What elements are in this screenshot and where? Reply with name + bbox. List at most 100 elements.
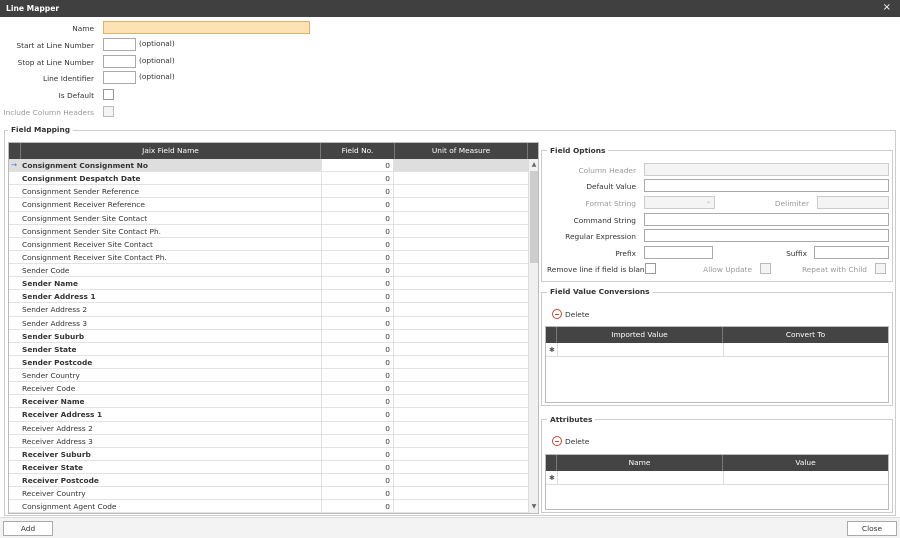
field-no-cell[interactable]: 0 [321,264,394,277]
col-attribute-value[interactable]: Value [723,455,888,471]
field-no-cell[interactable]: 0 [321,369,394,382]
table-row[interactable]: Sender Code 0 [9,264,528,278]
regex-input[interactable] [644,229,889,242]
table-row[interactable]: Sender Name 0 [9,277,528,291]
unit-of-measure-cell[interactable] [395,212,528,224]
unit-of-measure-cell[interactable] [395,487,528,499]
unit-of-measure-cell[interactable] [395,264,528,276]
table-row[interactable]: Receiver State 0 [9,460,528,474]
field-no-cell[interactable]: 0 [321,159,394,172]
field-no-cell[interactable]: 0 [321,198,394,211]
table-row[interactable]: Receiver Suburb 0 [9,447,528,461]
field-no-cell[interactable]: 0 [321,250,394,263]
table-row[interactable]: Receiver Code 0 [9,382,528,396]
unit-of-measure-cell[interactable] [395,225,528,237]
field-no-cell[interactable]: 0 [321,460,394,473]
table-row[interactable]: Receiver Address 2 0 [9,421,528,435]
scroll-up-icon[interactable]: ▲ [530,160,538,170]
unit-of-measure-cell[interactable] [395,461,528,473]
table-row[interactable]: Sender State 0 [9,342,528,356]
unit-of-measure-cell[interactable] [395,382,528,394]
field-no-cell[interactable]: 0 [321,316,394,329]
prefix-input[interactable] [644,246,713,259]
table-row[interactable]: Receiver Postcode 0 [9,474,528,488]
field-no-cell[interactable]: 0 [321,185,394,198]
table-row[interactable]: Sender Address 1 0 [9,290,528,304]
unit-of-measure-cell[interactable] [395,356,528,368]
scroll-thumb[interactable] [530,171,538,263]
col-unit-of-measure[interactable]: Unit of Measure [395,143,528,159]
unit-of-measure-cell[interactable] [395,290,528,302]
table-row[interactable]: Receiver Address 1 0 [9,408,528,422]
remove-line-checkbox[interactable] [645,263,656,274]
unit-of-measure-cell[interactable] [395,500,528,512]
close-icon[interactable]: × [883,2,891,14]
field-no-cell[interactable]: 0 [321,434,394,447]
table-row[interactable]: Consignment Sender Reference 0 [9,185,528,199]
suffix-input[interactable] [814,246,889,259]
command-string-input[interactable] [644,213,889,226]
is-default-checkbox[interactable] [103,89,114,100]
add-button[interactable]: Add [3,521,53,536]
start-line-input[interactable] [103,38,136,51]
table-row[interactable]: Sender Country 0 [9,369,528,383]
unit-of-measure-cell[interactable] [395,474,528,486]
col-imported-value[interactable]: Imported Value [557,327,723,343]
unit-of-measure-cell[interactable] [395,251,528,263]
table-row[interactable]: Consignment Receiver Site Contact Ph. 0 [9,250,528,264]
col-field-no[interactable]: Field No. [321,143,395,159]
table-row[interactable]: Consignment Receiver Reference 0 [9,198,528,212]
attributes-new-row[interactable]: ✱ [546,471,888,485]
unit-of-measure-cell[interactable] [395,395,528,407]
stop-line-input[interactable] [103,55,136,68]
name-field[interactable] [103,21,310,34]
field-no-cell[interactable]: 0 [321,487,394,500]
field-no-cell[interactable]: 0 [321,447,394,460]
field-no-cell[interactable]: 0 [321,408,394,421]
table-row[interactable]: Sender Suburb 0 [9,329,528,343]
unit-of-measure-cell[interactable] [395,369,528,381]
table-row[interactable]: Consignment Despatch Date 0 [9,172,528,186]
attributes-delete-button[interactable]: Delete [552,436,589,446]
unit-of-measure-cell[interactable] [395,172,528,184]
unit-of-measure-cell[interactable] [395,159,528,171]
table-row[interactable]: Consignment Sender Site Contact Ph. 0 [9,224,528,238]
table-row[interactable]: Receiver Address 3 0 [9,434,528,448]
table-row[interactable]: Consignment Receiver Site Contact 0 [9,237,528,251]
field-no-cell[interactable]: 0 [321,421,394,434]
table-row[interactable]: Receiver Country 0 [9,487,528,501]
grid-scrollbar[interactable]: ▲ ▼ [528,159,538,513]
field-no-cell[interactable]: 0 [321,342,394,355]
unit-of-measure-cell[interactable] [395,435,528,447]
unit-of-measure-cell[interactable] [395,198,528,210]
field-no-cell[interactable]: 0 [321,224,394,237]
field-no-cell[interactable]: 0 [321,303,394,316]
col-convert-to[interactable]: Convert To [723,327,888,343]
unit-of-measure-cell[interactable] [395,303,528,315]
table-row[interactable]: Sender Postcode 0 [9,355,528,369]
close-button[interactable]: Close [847,521,897,536]
table-row[interactable]: Consignment Agent Code 0 [9,500,528,513]
line-identifier-input[interactable] [103,71,136,84]
field-no-cell[interactable]: 0 [321,290,394,303]
field-no-cell[interactable]: 0 [321,355,394,368]
table-row[interactable]: Consignment Sender Site Contact 0 [9,211,528,225]
field-no-cell[interactable]: 0 [321,237,394,250]
field-no-cell[interactable]: 0 [321,211,394,224]
table-row[interactable]: Receiver Name 0 [9,395,528,409]
unit-of-measure-cell[interactable] [395,448,528,460]
unit-of-measure-cell[interactable] [395,277,528,289]
unit-of-measure-cell[interactable] [395,343,528,355]
unit-of-measure-cell[interactable] [395,408,528,420]
conversions-new-row[interactable]: ✱ [546,343,888,357]
field-no-cell[interactable]: 0 [321,172,394,185]
table-row[interactable]: Sender Address 2 0 [9,303,528,317]
default-value-input[interactable] [644,179,889,192]
unit-of-measure-cell[interactable] [395,185,528,197]
unit-of-measure-cell[interactable] [395,317,528,329]
table-row[interactable]: → Consignment Consignment No 0 [9,159,528,173]
table-row[interactable]: Sender Address 3 0 [9,316,528,330]
unit-of-measure-cell[interactable] [395,238,528,250]
field-no-cell[interactable]: 0 [321,329,394,342]
unit-of-measure-cell[interactable] [395,330,528,342]
